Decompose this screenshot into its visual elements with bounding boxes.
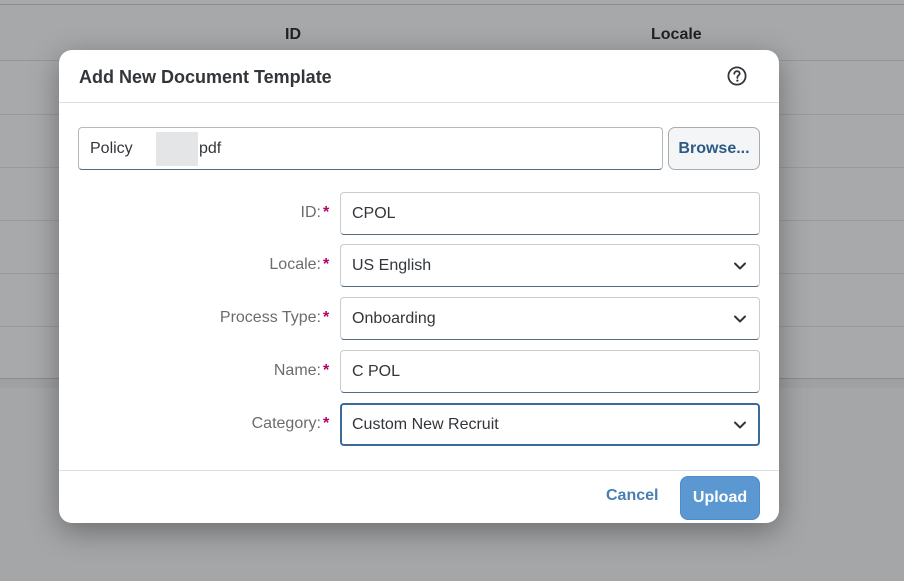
column-header-locale: Locale bbox=[651, 26, 702, 43]
form-row-id: ID: * CPOL bbox=[59, 192, 779, 235]
file-name-prefix: Policy bbox=[90, 140, 133, 157]
dialog-title: Add New Document Template bbox=[79, 67, 332, 87]
required-marker: * bbox=[323, 204, 330, 221]
locale-value: US English bbox=[352, 257, 432, 274]
name-label: Name: bbox=[273, 362, 321, 379]
id-input[interactable]: CPOL bbox=[340, 192, 760, 235]
locale-label: Locale: bbox=[269, 256, 321, 273]
locale-select[interactable]: US English bbox=[340, 244, 760, 287]
category-value: Custom New Recruit bbox=[352, 416, 499, 433]
dialog-footer: Cancel Upload bbox=[59, 470, 779, 523]
name-value: C POL bbox=[352, 363, 401, 380]
dialog-header: Add New Document Template bbox=[59, 50, 779, 103]
form-row-process-type: Process Type: * Onboarding bbox=[59, 297, 779, 340]
id-value: CPOL bbox=[352, 205, 396, 222]
required-marker: * bbox=[323, 256, 330, 273]
chevron-down-icon[interactable] bbox=[733, 259, 747, 273]
process-type-select[interactable]: Onboarding bbox=[340, 297, 760, 340]
help-icon[interactable] bbox=[727, 66, 747, 86]
file-name-extension: pdf bbox=[199, 140, 222, 157]
required-marker: * bbox=[323, 362, 330, 379]
chevron-down-icon[interactable] bbox=[733, 312, 747, 326]
file-name-redacted bbox=[156, 132, 198, 166]
process-type-label: Process Type: bbox=[219, 309, 321, 326]
form-row-category: Category: * Custom New Recruit bbox=[59, 403, 779, 446]
add-document-template-dialog: Add New Document Template Policy pdf Bro… bbox=[59, 50, 779, 523]
form-row-locale: Locale: * US English bbox=[59, 244, 779, 287]
file-name-field[interactable]: Policy pdf bbox=[78, 127, 663, 170]
category-label: Category: bbox=[251, 415, 321, 432]
required-marker: * bbox=[323, 309, 330, 326]
column-header-id: ID bbox=[285, 26, 301, 43]
chevron-down-icon[interactable] bbox=[733, 418, 747, 432]
category-select[interactable]: Custom New Recruit bbox=[340, 403, 760, 446]
name-input[interactable]: C POL bbox=[340, 350, 760, 393]
form-row-name: Name: * C POL bbox=[59, 350, 779, 393]
id-label: ID: bbox=[300, 204, 321, 221]
upload-button[interactable]: Upload bbox=[680, 476, 760, 520]
cancel-button[interactable]: Cancel bbox=[606, 487, 658, 505]
required-marker: * bbox=[323, 415, 330, 432]
process-type-value: Onboarding bbox=[352, 310, 436, 327]
browse-button[interactable]: Browse... bbox=[668, 127, 760, 170]
